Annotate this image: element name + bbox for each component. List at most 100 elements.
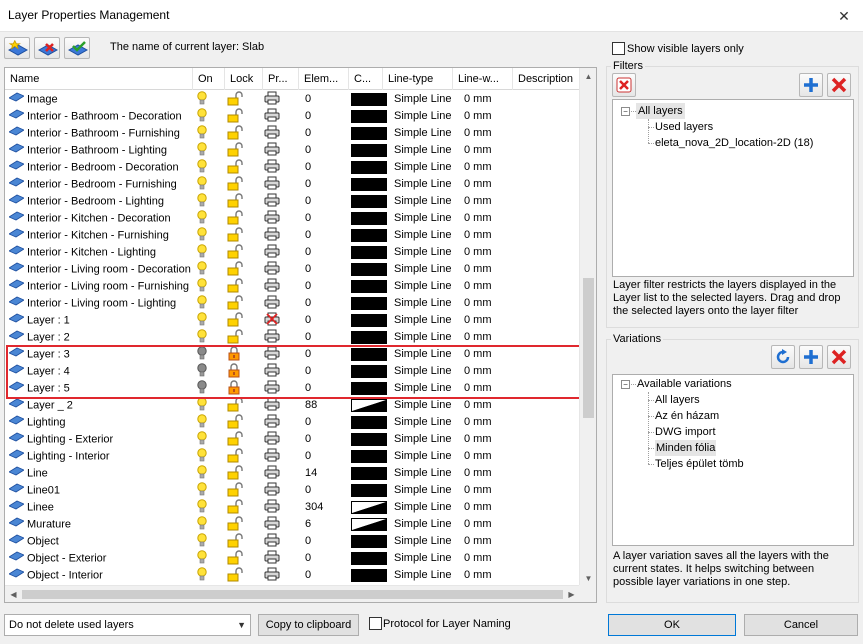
color-swatch[interactable] <box>351 193 387 210</box>
bulb-off-icon[interactable] <box>196 346 216 363</box>
line-type[interactable]: Simple Line <box>394 261 454 278</box>
printer-icon[interactable] <box>264 227 284 244</box>
layer-name-cell[interactable]: Interior - Bathroom - Furnishing <box>9 125 195 142</box>
line-width[interactable]: 0 mm <box>464 397 514 414</box>
printer-icon[interactable] <box>264 176 284 193</box>
lock-closed-icon[interactable] <box>227 380 247 397</box>
bulb-on-icon[interactable] <box>196 278 216 295</box>
line-width[interactable]: 0 mm <box>464 295 514 312</box>
lock-open-icon[interactable] <box>227 414 247 431</box>
bulb-on-icon[interactable] <box>196 533 216 550</box>
printer-icon[interactable] <box>264 329 284 346</box>
line-width[interactable]: 0 mm <box>464 567 514 584</box>
line-width[interactable]: 0 mm <box>464 261 514 278</box>
table-row[interactable]: Interior - Kitchen - Furnishing 0 Simple L… <box>5 227 580 244</box>
line-width[interactable]: 0 mm <box>464 465 514 482</box>
layer-name-cell[interactable]: Interior - Living room - Furnishing <box>9 278 195 295</box>
printer-icon[interactable] <box>264 210 284 227</box>
table-row[interactable]: Interior - Bathroom - Furnishing 0 Simple … <box>5 125 580 142</box>
layer-name-cell[interactable]: Object - Interior <box>9 567 195 584</box>
collapse-icon[interactable]: − <box>621 380 630 389</box>
layer-name-cell[interactable]: Interior - Kitchen - Lighting <box>9 244 195 261</box>
table-row[interactable]: Layer : 2 0 Simple Line 0 mm <box>5 329 580 346</box>
col-elements[interactable]: Elem... <box>299 68 349 90</box>
lock-open-icon[interactable] <box>227 295 247 312</box>
line-type[interactable]: Simple Line <box>394 210 454 227</box>
variation-node[interactable]: Teljes épület tömb <box>655 456 744 472</box>
set-current-layer-button[interactable] <box>64 37 90 59</box>
line-type[interactable]: Simple Line <box>394 91 454 108</box>
col-color[interactable]: C... <box>349 68 383 90</box>
color-swatch[interactable] <box>351 499 387 516</box>
lock-open-icon[interactable] <box>227 567 247 584</box>
printer-icon[interactable] <box>264 448 284 465</box>
col-linewidth[interactable]: Line-w... <box>453 68 513 90</box>
bulb-on-icon[interactable] <box>196 465 216 482</box>
layer-name-cell[interactable]: Interior - Bedroom - Furnishing <box>9 176 195 193</box>
lock-open-icon[interactable] <box>227 261 247 278</box>
table-row[interactable]: Lighting 0 Simple Line 0 mm <box>5 414 580 431</box>
color-swatch[interactable] <box>351 414 387 431</box>
layer-name-cell[interactable]: Layer : 5 <box>9 380 195 397</box>
bulb-on-icon[interactable] <box>196 91 216 108</box>
lock-open-icon[interactable] <box>227 431 247 448</box>
new-layer-button[interactable] <box>4 37 30 59</box>
line-type[interactable]: Simple Line <box>394 414 454 431</box>
lock-open-icon[interactable] <box>227 448 247 465</box>
bulb-on-icon[interactable] <box>196 142 216 159</box>
printer-icon[interactable] <box>264 295 284 312</box>
layer-name-cell[interactable]: Layer _ 2 <box>9 397 195 414</box>
line-width[interactable]: 0 mm <box>464 499 514 516</box>
printer-icon[interactable] <box>264 533 284 550</box>
color-swatch[interactable] <box>351 363 387 380</box>
line-type[interactable]: Simple Line <box>394 176 454 193</box>
filter-node[interactable]: eleta_nova_2D_location-2D (18) <box>655 135 813 151</box>
bulb-on-icon[interactable] <box>196 448 216 465</box>
printer-icon[interactable] <box>264 159 284 176</box>
printer-icon[interactable] <box>264 465 284 482</box>
line-width[interactable]: 0 mm <box>464 329 514 346</box>
bulb-on-icon[interactable] <box>196 499 216 516</box>
printer-disabled-icon[interactable] <box>264 312 284 329</box>
line-type[interactable]: Simple Line <box>394 159 454 176</box>
table-row[interactable]: Object - Interior 0 Simple Line 0 mm <box>5 567 580 584</box>
protocol-checkbox[interactable] <box>369 617 382 630</box>
printer-icon[interactable] <box>264 363 284 380</box>
line-width[interactable]: 0 mm <box>464 278 514 295</box>
line-type[interactable]: Simple Line <box>394 142 454 159</box>
bulb-on-icon[interactable] <box>196 125 216 142</box>
lock-open-icon[interactable] <box>227 244 247 261</box>
line-width[interactable]: 0 mm <box>464 363 514 380</box>
col-on[interactable]: On <box>193 68 225 90</box>
table-row[interactable]: Object 0 Simple Line 0 mm <box>5 533 580 550</box>
scroll-up-icon[interactable]: ▲ <box>580 68 596 85</box>
printer-icon[interactable] <box>264 431 284 448</box>
lock-open-icon[interactable] <box>227 397 247 414</box>
layer-name-cell[interactable]: Murature <box>9 516 195 533</box>
bulb-on-icon[interactable] <box>196 431 216 448</box>
table-row[interactable]: Lighting - Exterior 0 Simple Line 0 mm <box>5 431 580 448</box>
table-row[interactable]: Interior - Bedroom - Lighting 0 Simple Lin… <box>5 193 580 210</box>
table-row[interactable]: Interior - Bathroom - Lighting 0 Simple Li… <box>5 142 580 159</box>
table-row[interactable]: Layer : 4 0 Simple Line 0 mm <box>5 363 580 380</box>
bulb-on-icon[interactable] <box>196 329 216 346</box>
vertical-scrollbar[interactable]: ▲ ▼ <box>579 68 596 587</box>
line-type[interactable]: Simple Line <box>394 125 454 142</box>
lock-open-icon[interactable] <box>227 193 247 210</box>
line-type[interactable]: Simple Line <box>394 312 454 329</box>
printer-icon[interactable] <box>264 261 284 278</box>
cancel-button[interactable]: Cancel <box>744 614 858 636</box>
lock-open-icon[interactable] <box>227 278 247 295</box>
copy-to-clipboard-button[interactable]: Copy to clipboard <box>258 614 359 636</box>
table-row[interactable]: Interior - Living room - Decoration 0 Simp… <box>5 261 580 278</box>
bulb-on-icon[interactable] <box>196 550 216 567</box>
table-row[interactable]: Line 14 Simple Line 0 mm <box>5 465 580 482</box>
line-width[interactable]: 0 mm <box>464 312 514 329</box>
lock-open-icon[interactable] <box>227 465 247 482</box>
scroll-right-icon[interactable]: ▶ <box>563 586 580 602</box>
lock-closed-icon[interactable] <box>227 363 247 380</box>
table-row[interactable]: Interior - Bedroom - Decoration 0 Simple L… <box>5 159 580 176</box>
table-row[interactable]: Interior - Bedroom - Furnishing 0 Simple L… <box>5 176 580 193</box>
line-width[interactable]: 0 mm <box>464 414 514 431</box>
line-width[interactable]: 0 mm <box>464 227 514 244</box>
